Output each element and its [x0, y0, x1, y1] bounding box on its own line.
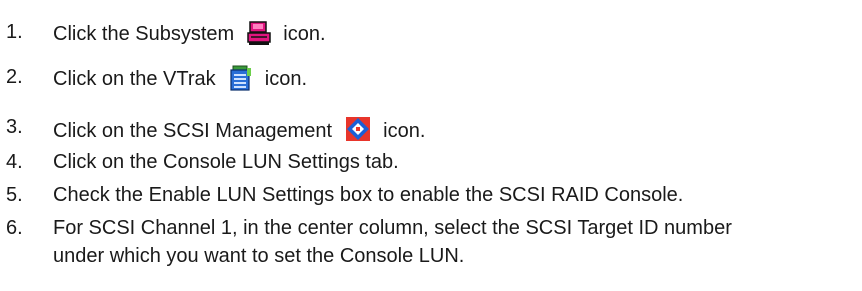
step-number: 3. [6, 116, 23, 138]
step-number: 6. [6, 217, 23, 239]
step-text-end: icon. [383, 120, 426, 142]
step-text: For SCSI Channel 1, in the center column… [53, 217, 732, 239]
vtrak-icon [227, 65, 253, 97]
step-number: 2. [6, 66, 23, 88]
step-text-end: icon. [283, 23, 326, 45]
subsystem-icon [246, 20, 272, 52]
step-number: 1. [6, 21, 23, 43]
step-text: under which you want to set the Console … [53, 245, 465, 267]
step-number: 4. [6, 151, 23, 173]
step-text: Click on the VTrak [53, 68, 216, 90]
step-text: Check the Enable LUN Settings box to ena… [53, 184, 684, 206]
step-text: Click the Subsystem [53, 23, 235, 45]
instruction-list: 1. Click the Subsystem icon. 2. Click on… [0, 0, 862, 291]
step-text: Click on the Console LUN Settings tab. [53, 151, 399, 173]
step-text-end: icon. [264, 68, 308, 90]
scsi-management-icon [344, 115, 372, 149]
step-number: 5. [6, 184, 23, 206]
step-text: Click on the SCSI Management [53, 120, 333, 142]
